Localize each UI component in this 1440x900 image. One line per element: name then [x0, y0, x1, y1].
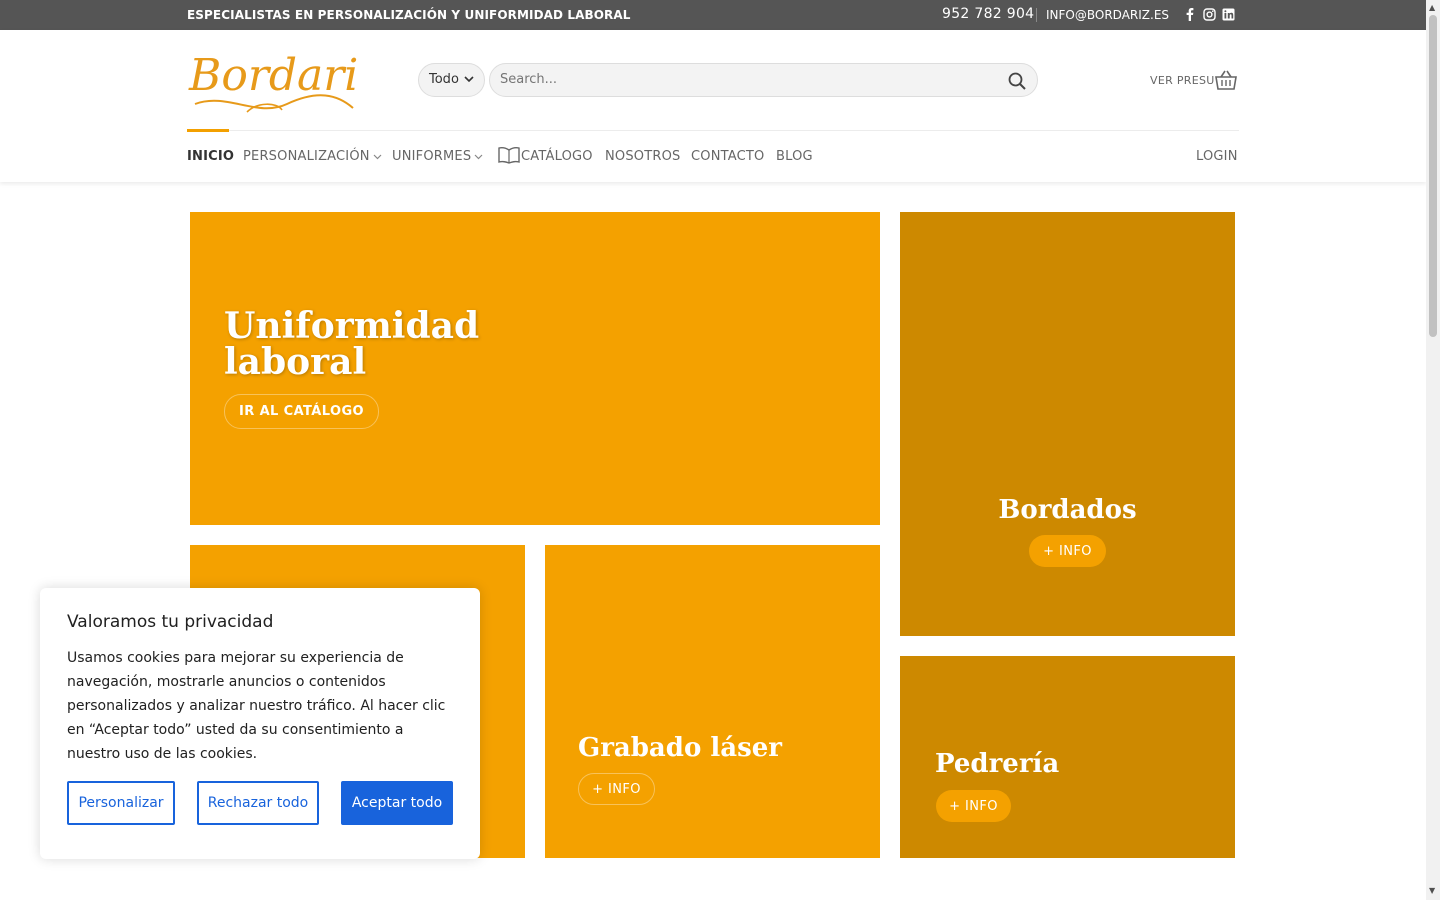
nav-item-catalogo[interactable]: CATÁLOGO — [521, 149, 593, 164]
search-input[interactable] — [500, 72, 980, 87]
info-button[interactable]: + INFO — [578, 773, 655, 805]
catalog-button[interactable]: IR AL CATÁLOGO — [224, 394, 379, 429]
linkedin-icon[interactable] — [1221, 7, 1235, 21]
instagram-icon[interactable] — [1202, 7, 1216, 21]
nav-item-nosotros[interactable]: NOSOTROS — [605, 149, 681, 164]
svg-text:Bordariz: Bordariz — [188, 50, 357, 101]
accept-all-button[interactable]: Aceptar todo — [341, 781, 453, 825]
tile-title: Grabado láser — [578, 733, 782, 763]
tile-grabado-laser[interactable]: Grabado láser + INFO — [545, 545, 880, 858]
site-header: Bordariz Todo VER PRESU INICIO PERSONALI… — [0, 30, 1426, 182]
scrollbar[interactable]: ▲ ▼ — [1426, 0, 1440, 900]
tile-title: Uniformidad laboral — [224, 308, 479, 380]
scroll-up-icon[interactable]: ▲ — [1429, 3, 1435, 12]
chevron-down-icon — [464, 73, 474, 86]
cookie-banner: Valoramos tu privacidad Usamos cookies p… — [40, 588, 480, 859]
search-box[interactable] — [489, 63, 1038, 97]
tile-title-line: laboral — [224, 341, 367, 383]
scrollbar-thumb[interactable] — [1429, 15, 1437, 337]
scroll-down-icon[interactable]: ▼ — [1429, 886, 1435, 895]
chevron-down-icon — [373, 152, 382, 163]
nav-item-uniformes[interactable]: UNIFORMES — [392, 149, 483, 164]
nav-item-label: PERSONALIZACIÓN — [243, 149, 370, 164]
nav-item-label: UNIFORMES — [392, 149, 472, 164]
email-link[interactable]: INFO@BORDARIZ.ES — [1046, 8, 1169, 22]
tile-bordados[interactable]: Bordados + INFO — [900, 212, 1235, 636]
tile-title: Pedrería — [935, 749, 1060, 779]
tagline: ESPECIALISTAS EN PERSONALIZACIÓN Y UNIFO… — [187, 8, 631, 22]
login-link[interactable]: LOGIN — [1196, 149, 1238, 164]
search-icon[interactable] — [1007, 71, 1027, 91]
facebook-icon[interactable] — [1183, 7, 1197, 21]
nav-item-contacto[interactable]: CONTACTO — [691, 149, 764, 164]
top-bar: ESPECIALISTAS EN PERSONALIZACIÓN Y UNIFO… — [0, 0, 1426, 30]
book-icon[interactable] — [498, 146, 520, 164]
category-select-value: Todo — [429, 72, 459, 87]
reject-all-button[interactable]: Rechazar todo — [197, 781, 319, 825]
chevron-down-icon — [474, 152, 483, 163]
category-select[interactable]: Todo — [418, 63, 485, 97]
info-button[interactable]: + INFO — [1029, 535, 1106, 567]
cookie-text: Usamos cookies para mejorar su experienc… — [67, 650, 446, 762]
info-button[interactable]: + INFO — [936, 790, 1011, 822]
cookie-title: Valoramos tu privacidad — [67, 612, 274, 632]
phone-link[interactable]: 952 782 904 — [942, 6, 1034, 22]
tile-uniformidad-laboral[interactable]: Uniformidad laboral IR AL CATÁLOGO — [190, 212, 880, 525]
nav-divider — [187, 130, 1239, 131]
tile-title-line: Uniformidad — [224, 305, 480, 347]
divider — [1036, 8, 1037, 22]
tile-title: Bordados — [998, 495, 1137, 525]
cart-label[interactable]: VER PRESU — [1150, 74, 1215, 87]
nav-active-indicator — [187, 129, 229, 132]
bordariz-logo[interactable]: Bordariz — [187, 42, 382, 117]
nav-item-blog[interactable]: BLOG — [776, 149, 813, 164]
customize-button[interactable]: Personalizar — [67, 781, 175, 825]
nav-item-personalizacion[interactable]: PERSONALIZACIÓN — [243, 149, 382, 164]
nav-item-inicio[interactable]: INICIO — [187, 149, 234, 164]
tile-pedreria[interactable]: Pedrería + INFO — [900, 656, 1235, 858]
basket-icon[interactable] — [1214, 68, 1238, 92]
